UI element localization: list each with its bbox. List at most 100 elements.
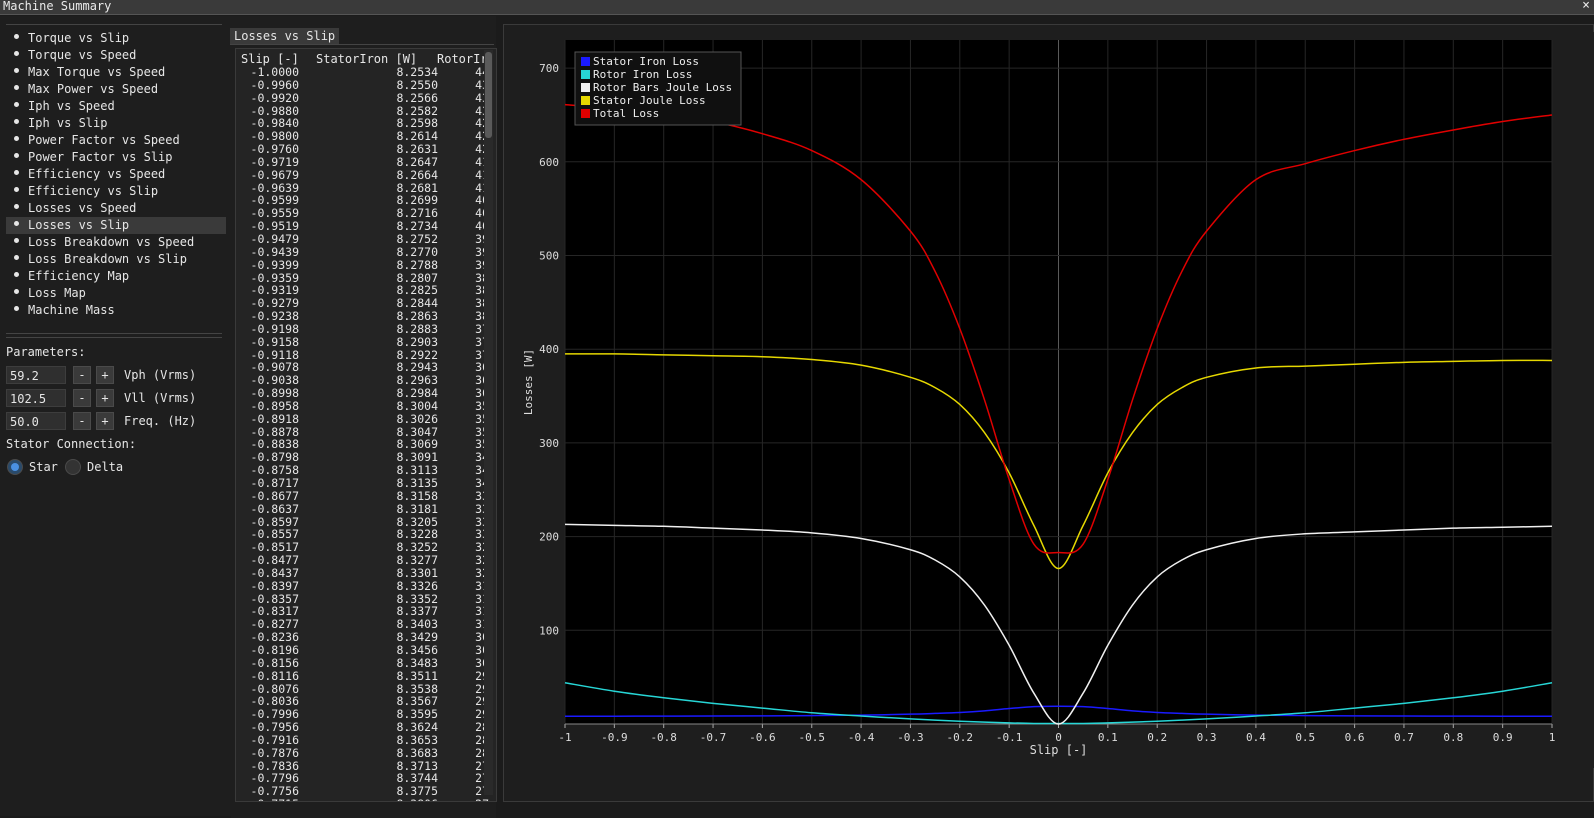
table-row: -0.8998 8.2984 36 bbox=[241, 387, 491, 400]
table-row: -0.9439 8.2770 39 bbox=[241, 244, 491, 259]
cell-slip: -0.9760 bbox=[250, 142, 299, 157]
table-body: -1.0000 8.2534 44 -0.9960 8.2550 43 -0.9920 8.2… bbox=[241, 66, 491, 801]
cell-rotor-iron: 31 bbox=[475, 578, 489, 593]
cell-stator-iron: 8.2664 bbox=[396, 167, 438, 182]
plot-list-item[interactable]: Efficiency vs Speed bbox=[6, 166, 226, 183]
cell-stator-iron: 8.3511 bbox=[396, 668, 438, 683]
plot-list-item[interactable]: Loss Breakdown vs Speed bbox=[6, 234, 226, 251]
bullet-icon bbox=[14, 34, 19, 39]
x-tick-label: -0.3 bbox=[897, 731, 924, 744]
table-row: -0.9679 8.2664 41 bbox=[241, 167, 491, 182]
bullet-icon bbox=[14, 306, 19, 311]
close-icon[interactable]: × bbox=[1582, 0, 1590, 13]
plot-list-item[interactable]: Losses vs Slip bbox=[6, 217, 226, 234]
vph-increment-button[interactable]: + bbox=[96, 366, 114, 384]
plot-list-item[interactable]: Power Factor vs Speed bbox=[6, 132, 226, 149]
plot-list-item[interactable]: Max Power vs Speed bbox=[6, 81, 226, 98]
plot-list-item-label: Efficiency vs Speed bbox=[28, 167, 166, 181]
table-row: -0.9198 8.2883 37 bbox=[241, 323, 491, 336]
plot-list-item[interactable]: Loss Map bbox=[6, 285, 226, 302]
plot-list-item[interactable]: Efficiency Map bbox=[6, 268, 226, 285]
cell-rotor-iron: 39 bbox=[475, 244, 489, 259]
cell-stator-iron: 8.2752 bbox=[396, 231, 438, 246]
cell-stator-iron: 8.3135 bbox=[396, 476, 438, 490]
bullet-icon bbox=[14, 68, 19, 73]
table-row: -0.8637 8.3181 33 bbox=[241, 501, 491, 516]
x-tick-label: 0.7 bbox=[1394, 731, 1414, 744]
x-axis-label: Slip [-] bbox=[1030, 743, 1088, 757]
plot-list-item[interactable]: Max Torque vs Speed bbox=[6, 64, 226, 81]
x-tick-label: -0.1 bbox=[996, 731, 1023, 744]
table-row: -0.8918 8.3026 35 bbox=[241, 411, 491, 426]
legend-label: Stator Iron Loss bbox=[593, 55, 699, 68]
table-row: -0.8717 8.3135 34 bbox=[241, 477, 491, 490]
cell-rotor-iron: 35 bbox=[475, 411, 489, 426]
plot-list-item-label: Machine Mass bbox=[28, 303, 115, 317]
cell-rotor-iron: 28 bbox=[475, 720, 489, 735]
table-row: -0.8397 8.3326 31 bbox=[241, 578, 491, 593]
column-header-rotor-iron: RotorIr bbox=[437, 52, 488, 66]
legend-label: Rotor Iron Loss bbox=[593, 68, 692, 81]
y-tick-label: 200 bbox=[539, 531, 559, 544]
vll-decrement-button[interactable]: - bbox=[73, 389, 91, 407]
losses-vs-slip-chart[interactable]: -1 -0.9 -0.8 -0.7 -0.6 -0.5 -0.4 -0.3 -0.2 -0.1 0 0… bbox=[512, 32, 1594, 768]
x-tick-label: 0.6 bbox=[1345, 731, 1365, 744]
plot-list-item[interactable]: Loss Breakdown vs Slip bbox=[6, 251, 226, 268]
cell-slip: -0.8637 bbox=[250, 501, 299, 516]
bullet-icon bbox=[14, 85, 19, 90]
x-tick-label: 0.2 bbox=[1147, 731, 1167, 744]
freq-decrement-button[interactable]: - bbox=[73, 412, 91, 430]
delta-radio[interactable] bbox=[65, 459, 81, 475]
table-row: -0.8477 8.3277 32 bbox=[241, 554, 491, 567]
cell-rotor-iron: 41 bbox=[475, 154, 489, 169]
cell-stator-iron: 8.2631 bbox=[396, 142, 438, 157]
x-tick-label: 0.8 bbox=[1443, 731, 1463, 744]
vph-decrement-button[interactable]: - bbox=[73, 366, 91, 384]
table-row: -1.0000 8.2534 44 bbox=[241, 66, 491, 79]
x-tick-label: -0.4 bbox=[848, 731, 875, 744]
plot-list-item[interactable]: Efficiency vs Slip bbox=[6, 183, 226, 200]
plot-list-item[interactable]: Iph vs Slip bbox=[6, 115, 226, 132]
plot-list-item-label: Loss Breakdown vs Slip bbox=[28, 252, 187, 266]
plot-list-item[interactable]: Machine Mass bbox=[6, 302, 226, 319]
y-tick-label: 500 bbox=[539, 250, 559, 263]
freq-input[interactable]: 50.0 bbox=[6, 412, 66, 430]
cell-rotor-iron: 37 bbox=[475, 334, 489, 349]
data-table: Slip [-] StatorIron [W] RotorIr -1.0000 8… bbox=[235, 48, 497, 802]
vll-input[interactable]: 102.5 bbox=[6, 389, 66, 407]
table-row: -0.9960 8.2550 43 bbox=[241, 78, 491, 92]
plot-list-item[interactable]: Power Factor vs Slip bbox=[6, 149, 226, 166]
plot-list-item[interactable]: Losses vs Speed bbox=[6, 200, 226, 217]
x-tick-label: 0.9 bbox=[1493, 731, 1513, 744]
vph-input[interactable]: 59.2 bbox=[6, 366, 66, 384]
cell-stator-iron: 8.3326 bbox=[396, 578, 438, 593]
y-tick-label: 300 bbox=[539, 437, 559, 450]
table-scrollbar[interactable] bbox=[484, 50, 493, 795]
cell-slip: -1.0000 bbox=[250, 65, 299, 79]
scrollbar-thumb[interactable] bbox=[485, 52, 492, 138]
cell-slip: -0.9920 bbox=[250, 90, 299, 105]
freq-increment-button[interactable]: + bbox=[96, 412, 114, 430]
table-row: -0.7876 8.3683 28 bbox=[241, 746, 491, 760]
legend-label: Rotor Bars Joule Loss bbox=[593, 81, 732, 94]
cell-slip: -0.8397 bbox=[250, 578, 299, 593]
column-header-stator-iron: StatorIron [W] bbox=[316, 52, 418, 66]
cell-rotor-iron: 30 bbox=[475, 642, 489, 657]
cell-rotor-iron: 39 bbox=[475, 257, 489, 272]
vll-increment-button[interactable]: + bbox=[96, 389, 114, 407]
star-label: Star bbox=[29, 460, 58, 474]
cell-rotor-iron: 36 bbox=[475, 386, 489, 401]
cell-slip: -0.8196 bbox=[250, 642, 299, 657]
cell-stator-iron: 8.2770 bbox=[396, 244, 438, 259]
tab-losses-vs-slip[interactable]: Losses vs Slip bbox=[230, 28, 340, 44]
cell-slip: -0.9238 bbox=[250, 309, 299, 324]
plot-list-item[interactable]: Iph vs Speed bbox=[6, 98, 226, 115]
divider bbox=[6, 337, 222, 338]
plot-list-item[interactable]: Torque vs Slip bbox=[6, 30, 226, 47]
bullet-icon bbox=[14, 136, 19, 141]
plot-list-item[interactable]: Torque vs Speed bbox=[6, 47, 226, 64]
star-radio[interactable] bbox=[7, 459, 23, 475]
cell-rotor-iron: 42 bbox=[475, 142, 489, 157]
legend-swatch bbox=[581, 83, 590, 92]
cell-slip: -0.8437 bbox=[250, 565, 299, 580]
